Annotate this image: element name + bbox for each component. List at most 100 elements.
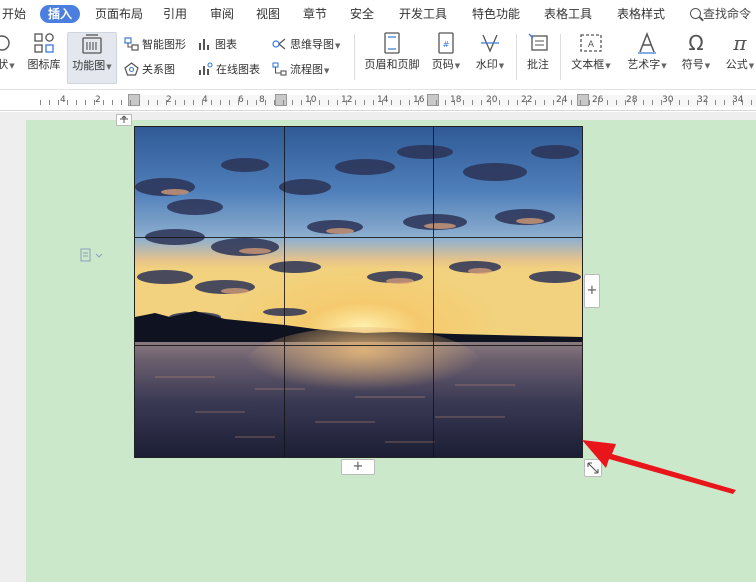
ruler-tick xyxy=(94,100,95,105)
mind-map-button[interactable]: 思维导图▼ xyxy=(272,36,340,54)
ruler-tick xyxy=(40,100,41,105)
smart-graphic-button[interactable]: 智能图形 xyxy=(124,36,186,54)
symbol-icon: Ω xyxy=(688,32,703,54)
flowchart-label: 流程图 xyxy=(290,63,323,76)
ruler-tick xyxy=(184,100,185,105)
ruler-label: 8 xyxy=(259,95,265,105)
tab-start[interactable]: 开始 xyxy=(2,5,26,23)
ruler-label: 2 xyxy=(95,95,101,105)
tab-section[interactable]: 章节 xyxy=(303,5,327,23)
ruler-tick xyxy=(697,100,698,105)
chart-label: 图表 xyxy=(215,38,237,51)
icon-library-icon xyxy=(34,33,54,53)
ruler-tick xyxy=(76,100,77,105)
ruler-tick xyxy=(436,100,437,105)
ruler-tick xyxy=(157,100,158,105)
function-chart-label: 功能图 xyxy=(72,59,106,72)
header-footer-button[interactable]: 页眉和页脚 xyxy=(362,32,422,84)
add-column-button[interactable]: + xyxy=(584,274,600,308)
table-row-divider[interactable] xyxy=(135,345,582,346)
ruler-tick xyxy=(346,100,347,105)
flowchart-button[interactable]: 流程图▼ xyxy=(272,61,329,79)
ruler-tick xyxy=(391,100,392,105)
ruler-tick xyxy=(58,100,59,105)
ruler-tick xyxy=(526,100,527,105)
textbox-label: 文本框 xyxy=(571,58,605,71)
shape-button[interactable]: 状▼ xyxy=(0,32,16,84)
ruler-tick xyxy=(409,100,410,105)
ruler-tick xyxy=(301,100,302,105)
ruler-tick xyxy=(229,100,230,105)
photo-image xyxy=(135,127,582,457)
ruler-tick xyxy=(652,100,653,105)
menu-bar: 开始 插入 页面布局 引用 审阅 视图 章节 安全 开发工具 特色功能 表格工具… xyxy=(0,0,756,28)
flowchart-icon xyxy=(272,62,287,76)
ruler-label: 28 xyxy=(626,95,638,105)
ruler-tick xyxy=(130,100,131,105)
ruler-tick xyxy=(544,100,545,105)
tab-page-layout[interactable]: 页面布局 xyxy=(95,5,143,23)
ruler-column-marker[interactable] xyxy=(427,94,439,106)
watermark-button[interactable]: 水印▼ xyxy=(472,32,508,84)
symbol-button[interactable]: Ω 符号▼ xyxy=(678,32,714,84)
horizontal-ruler[interactable]: 4 2 2 4 6 8 10 12 14 16 18 20 22 24 26 2… xyxy=(0,91,756,111)
tab-review[interactable]: 审阅 xyxy=(210,5,234,23)
comment-button[interactable]: 批注 xyxy=(522,32,554,84)
ruler-tick xyxy=(643,100,644,105)
ruler-tick xyxy=(742,100,743,105)
sunset-lake-photo[interactable] xyxy=(134,126,583,458)
textbox-button[interactable]: A 文本框▼ xyxy=(568,32,614,84)
chart-button[interactable]: 图表 xyxy=(198,36,237,54)
svg-text:π: π xyxy=(732,32,747,54)
ruler-label: 30 xyxy=(662,95,674,105)
wordart-button[interactable]: 艺术字▼ xyxy=(622,32,672,84)
search-command[interactable]: 查找命令 xyxy=(690,5,751,23)
table-row-divider[interactable] xyxy=(135,237,582,238)
online-chart-button[interactable]: 在线图表 xyxy=(198,61,260,79)
move-icon xyxy=(120,115,128,123)
search-label: 查找命令 xyxy=(703,7,752,21)
tab-table-tools[interactable]: 表格工具 xyxy=(544,5,592,23)
formula-label: 公式 xyxy=(725,58,748,71)
tab-view[interactable]: 视图 xyxy=(256,5,280,23)
tab-table-styles[interactable]: 表格样式 xyxy=(617,5,665,23)
ruler-tick xyxy=(625,100,626,105)
table-column-divider[interactable] xyxy=(433,127,434,457)
tab-developer-tools[interactable]: 开发工具 xyxy=(399,5,447,23)
paragraph-icon[interactable] xyxy=(80,248,106,262)
tab-special-features[interactable]: 特色功能 xyxy=(472,5,520,23)
ruler-tick xyxy=(337,100,338,105)
icon-library-button[interactable]: 图标库 xyxy=(25,32,63,84)
ruler-tick xyxy=(427,100,428,105)
ruler-tick xyxy=(508,100,509,105)
table-move-handle[interactable] xyxy=(116,114,132,126)
ruler-tick xyxy=(400,100,401,105)
ruler-tick xyxy=(706,100,707,105)
page-number-button[interactable]: # 页码▼ xyxy=(428,32,464,84)
add-row-button[interactable]: + xyxy=(341,459,375,475)
ruler-tick xyxy=(247,100,248,105)
function-chart-icon xyxy=(82,34,102,54)
header-footer-label: 页眉和页脚 xyxy=(364,58,420,71)
tab-insert[interactable]: 插入 xyxy=(40,5,81,23)
ruler-tick xyxy=(733,100,734,105)
ruler-tick xyxy=(598,100,599,105)
function-chart-button[interactable]: 功能图▼ xyxy=(67,32,117,84)
ruler-tick xyxy=(328,100,329,105)
add-column-symbol: + xyxy=(586,283,598,298)
comment-icon xyxy=(528,33,548,51)
ruler-tick xyxy=(310,100,311,105)
ruler-right-margin-marker[interactable] xyxy=(577,94,589,106)
relation-chart-label: 关系图 xyxy=(142,63,175,76)
ruler-column-marker[interactable] xyxy=(275,94,287,106)
ruler-tick xyxy=(49,100,50,105)
table-column-divider[interactable] xyxy=(284,127,285,457)
tab-security[interactable]: 安全 xyxy=(350,5,374,23)
relation-chart-button[interactable]: 关系图 xyxy=(124,61,175,79)
ruler-tick xyxy=(472,100,473,105)
formula-button[interactable]: π 公式▼ xyxy=(722,32,756,84)
ruler-tick xyxy=(265,100,266,105)
ruler-tick xyxy=(688,100,689,105)
ruler-tick xyxy=(589,100,590,105)
tab-references[interactable]: 引用 xyxy=(163,5,187,23)
